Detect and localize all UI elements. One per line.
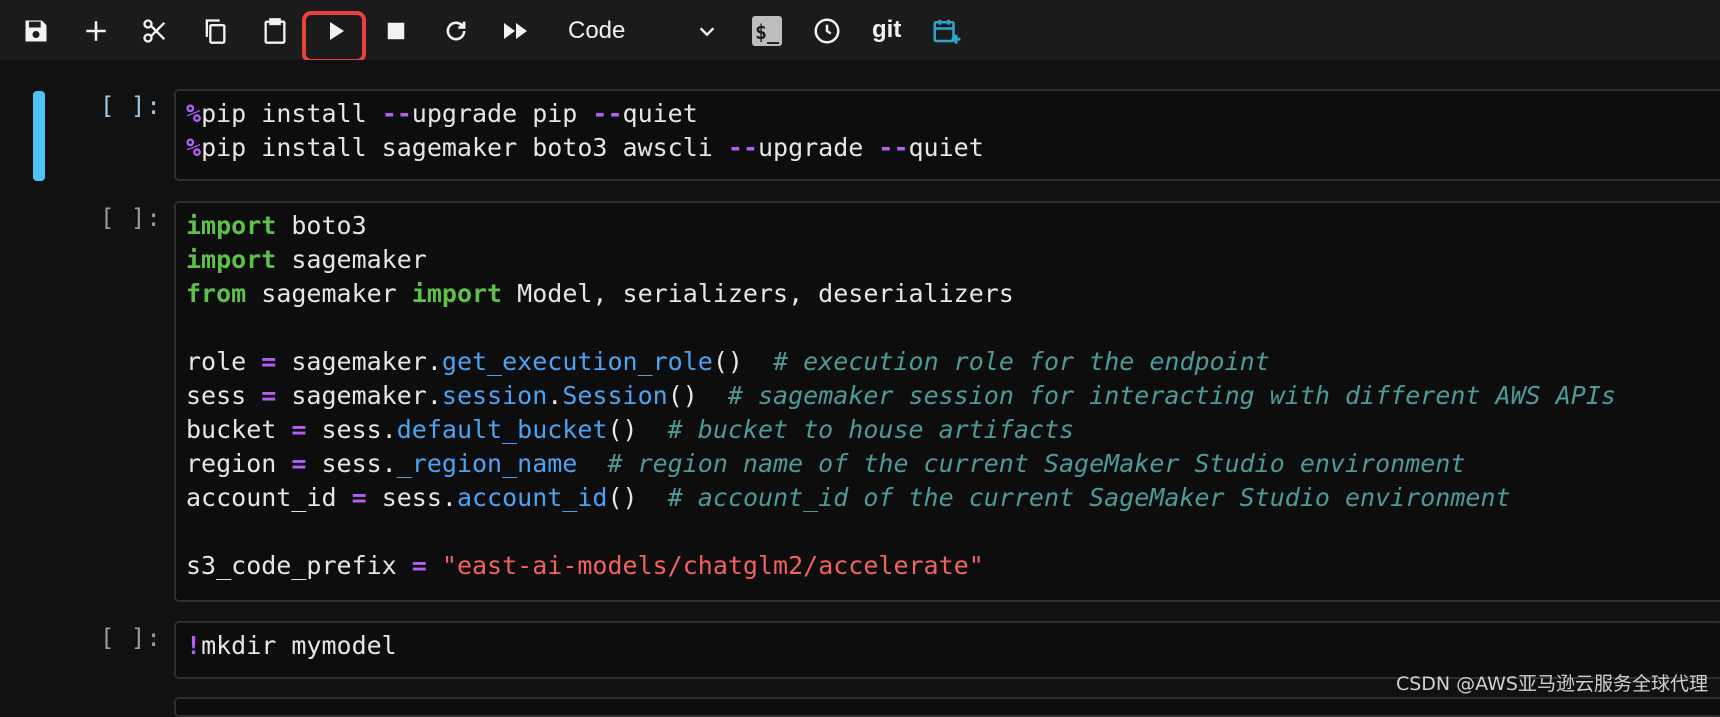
cell-input[interactable]: import boto3import sagemakerfrom sagemak… <box>174 201 1720 602</box>
code-token: sess. <box>306 449 396 478</box>
code-token: import <box>186 245 276 274</box>
code-token: = <box>352 483 367 512</box>
code-token: pip install sagemaker boto3 awscli <box>201 133 728 162</box>
code-token: sess. <box>367 483 457 512</box>
code-token: account_id <box>457 483 608 512</box>
code-token: sagemaker. <box>276 347 442 376</box>
code-token: = <box>291 449 306 478</box>
code-token: # bucket to house artifacts <box>668 415 1074 444</box>
active-cell-indicator <box>33 91 45 181</box>
code-token: # account_id of the current SageMaker St… <box>668 483 1511 512</box>
code-line: role = sagemaker.get_execution_role() # … <box>186 345 1720 379</box>
code-token: _region_name <box>397 449 578 478</box>
code-token: quiet <box>909 133 984 162</box>
code-token: sagemaker. <box>276 381 442 410</box>
code-token: -- <box>728 133 758 162</box>
code-token: import <box>186 211 276 240</box>
code-token: Model, serializers, deserializers <box>502 279 1014 308</box>
code-token: ! <box>186 631 201 660</box>
code-token: = <box>412 551 427 580</box>
stop-icon[interactable] <box>378 13 414 49</box>
code-token: from <box>186 279 246 308</box>
code-token: # execution role for the endpoint <box>773 347 1270 376</box>
code-token: boto3 <box>276 211 366 240</box>
code-token <box>577 449 607 478</box>
paste-icon[interactable] <box>257 13 293 49</box>
cell-prompt: [ ]: <box>100 621 164 655</box>
code-token: = <box>261 347 276 376</box>
code-token: s3_code_prefix <box>186 551 412 580</box>
cell-type-select[interactable]: Code <box>568 12 728 50</box>
watermark: CSDN @AWS亚马逊云服务全球代理 <box>1396 669 1708 696</box>
code-token: role <box>186 347 261 376</box>
code-line: region = sess._region_name # region name… <box>186 447 1720 481</box>
code-token: . <box>547 381 562 410</box>
code-line: %pip install sagemaker boto3 awscli --up… <box>186 131 1720 165</box>
git-icon[interactable]: git <box>872 14 901 46</box>
code-token: default_bucket <box>397 415 608 444</box>
code-token: -- <box>878 133 908 162</box>
code-token: % <box>186 99 201 128</box>
code-line: import boto3 <box>186 209 1720 243</box>
code-token: -- <box>592 99 622 128</box>
code-token: sagemaker <box>246 279 412 308</box>
code-token: session <box>442 381 547 410</box>
code-token: sagemaker <box>276 245 427 274</box>
save-icon[interactable] <box>18 13 54 49</box>
code-token: account_id <box>186 483 352 512</box>
code-line: bucket = sess.default_bucket() # bucket … <box>186 413 1720 447</box>
run-icon[interactable] <box>318 13 354 49</box>
code-line: !mkdir mymodel <box>186 629 1720 663</box>
cell-prompt: [ ]: <box>100 89 164 123</box>
code-line: account_id = sess.account_id() # account… <box>186 481 1720 515</box>
code-token: () <box>607 483 667 512</box>
code-line <box>186 311 1720 345</box>
copy-icon[interactable] <box>197 13 233 49</box>
code-line <box>186 515 1720 549</box>
code-token: -- <box>382 99 412 128</box>
cell-type-label: Code <box>568 17 625 45</box>
code-token: import <box>412 279 502 308</box>
code-token: get_execution_role <box>442 347 713 376</box>
cell-prompt: [ ]: <box>100 201 164 235</box>
add-cell-icon[interactable] <box>78 13 114 49</box>
fast-forward-icon[interactable] <box>498 13 534 49</box>
calendar-add-icon[interactable] <box>928 13 964 49</box>
svg-text:$_: $_ <box>755 20 780 44</box>
code-line: s3_code_prefix = "east-ai-models/chatglm… <box>186 549 1720 583</box>
code-token: region <box>186 449 291 478</box>
code-token: % <box>186 133 201 162</box>
code-token: upgrade pip <box>412 99 593 128</box>
code-token: upgrade <box>758 133 878 162</box>
next-cell-input[interactable] <box>174 697 1720 717</box>
clock-icon[interactable] <box>809 13 845 49</box>
code-token: = <box>291 415 306 444</box>
code-token: sess. <box>306 415 396 444</box>
code-token <box>427 551 442 580</box>
code-token: # sagemaker session for interacting with… <box>728 381 1616 410</box>
cell-input[interactable]: %pip install --upgrade pip --quiet%pip i… <box>174 89 1720 181</box>
code-token: quiet <box>623 99 698 128</box>
code-token: () <box>668 381 728 410</box>
code-token: () <box>713 347 773 376</box>
cut-icon[interactable] <box>137 13 173 49</box>
code-line: sess = sagemaker.session.Session() # sag… <box>186 379 1720 413</box>
code-token: () <box>607 415 667 444</box>
code-line: import sagemaker <box>186 243 1720 277</box>
code-token: bucket <box>186 415 291 444</box>
code-token: pip install <box>201 99 382 128</box>
code-token: # region name of the current SageMaker S… <box>607 449 1465 478</box>
code-line: from sagemaker import Model, serializers… <box>186 277 1720 311</box>
code-token: = <box>261 381 276 410</box>
code-token: "east-ai-models/chatglm2/accelerate" <box>442 551 984 580</box>
notebook-area: [ ]: %pip install --upgrade pip --quiet%… <box>0 60 1720 704</box>
chevron-down-icon <box>696 20 718 49</box>
code-token: Session <box>562 381 667 410</box>
code-token: sess <box>186 381 261 410</box>
code-line: %pip install --upgrade pip --quiet <box>186 97 1720 131</box>
code-token: mkdir mymodel <box>201 631 397 660</box>
notebook-toolbar: Code $_ git <box>0 0 1720 60</box>
terminal-icon[interactable]: $_ <box>749 13 785 49</box>
restart-icon[interactable] <box>438 13 474 49</box>
